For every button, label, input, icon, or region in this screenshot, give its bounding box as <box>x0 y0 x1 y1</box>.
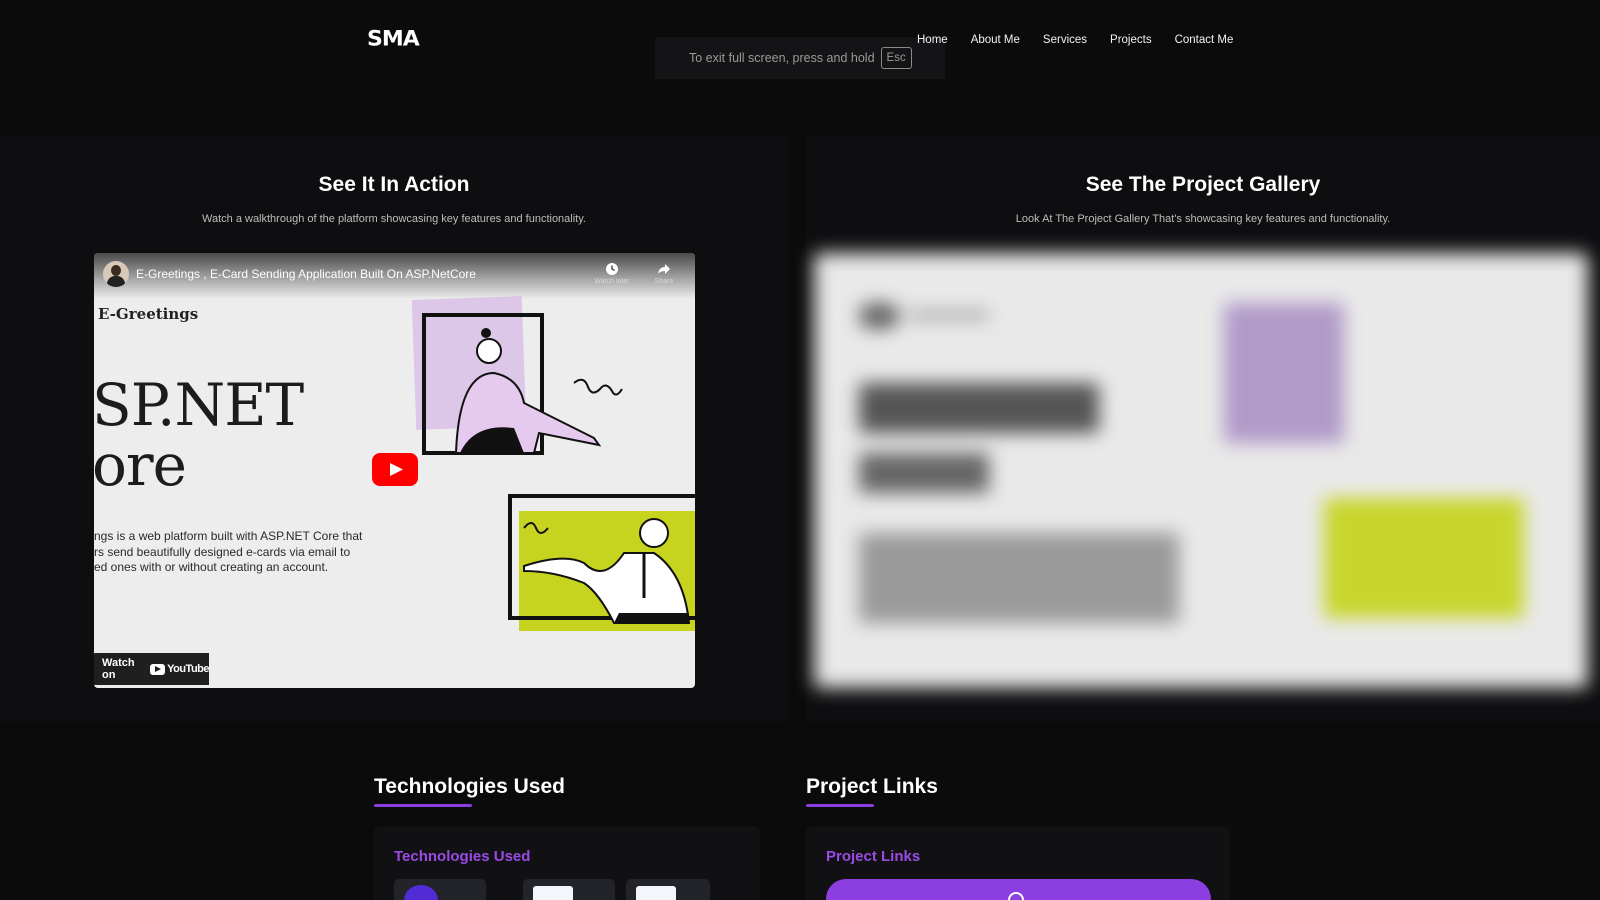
project-links-card: Project Links <box>806 826 1230 900</box>
nav-links: Home About Me Services Projects Contact … <box>917 34 1256 46</box>
youtube-logo: YouTube <box>150 663 209 675</box>
esc-key-hint: Esc <box>880 47 912 69</box>
site-logo[interactable]: SMA <box>367 28 420 52</box>
gallery-blur-shape <box>1324 498 1524 618</box>
gallery-subtitle: Look At The Project Gallery That's showc… <box>1015 213 1391 225</box>
gallery-blur-shape <box>859 383 1099 433</box>
video-description: ngs is a web platform built with ASP.NET… <box>94 529 369 576</box>
watch-later-button[interactable]: Watch later <box>592 262 632 285</box>
watch-on-label: Watch on <box>102 657 135 681</box>
tech-chip-jquery[interactable] <box>523 879 615 900</box>
youtube-video-embed[interactable]: E-Greetings , E-Card Sending Application… <box>94 253 695 688</box>
project-gallery-panel: See The Project Gallery Look At The Proj… <box>806 136 1600 722</box>
gallery-blur-shape <box>859 453 989 493</box>
share-button[interactable]: Share <box>644 262 684 285</box>
share-label: Share <box>654 278 674 285</box>
technologies-section-title: Technologies Used <box>374 775 565 807</box>
project-links-card-title: Project Links <box>826 848 921 865</box>
video-description-line-2: rs send beautifully designed e-cards via… <box>94 544 351 559</box>
channel-avatar[interactable] <box>103 261 129 287</box>
gallery-blur-shape <box>859 533 1179 623</box>
video-headline: SP.NET ore <box>94 371 304 499</box>
share-icon <box>658 264 670 274</box>
gallery-title: See The Project Gallery <box>1085 173 1321 196</box>
nav-services[interactable]: Services <box>1043 34 1087 46</box>
database-icon <box>636 886 676 900</box>
video-description-line-1: ngs is a web platform built with ASP.NET… <box>94 529 363 543</box>
gallery-blur-shape <box>1224 303 1344 443</box>
youtube-play-icon <box>150 663 166 675</box>
fullscreen-exit-toast: To exit full screen, press and hold Esc <box>655 37 945 79</box>
top-navbar: SMA To exit full screen, press and hold … <box>0 0 1600 130</box>
video-headline-line-1: SP.NET <box>94 371 304 439</box>
nav-about-me[interactable]: About Me <box>971 34 1020 46</box>
video-title[interactable]: E-Greetings , E-Card Sending Application… <box>136 267 476 281</box>
tech-chip-database[interactable] <box>626 879 710 900</box>
nav-projects[interactable]: Projects <box>1110 34 1152 46</box>
nav-contact-me[interactable]: Contact Me <box>1175 34 1234 46</box>
nav-home[interactable]: Home <box>917 34 948 46</box>
tech-chip-dotnet[interactable] <box>394 879 486 900</box>
github-icon <box>1008 892 1024 900</box>
project-links-section-title: Project Links <box>806 775 938 807</box>
technologies-card-title: Technologies Used <box>394 848 531 865</box>
gallery-blur-shape <box>909 311 989 319</box>
technologies-card: Technologies Used <box>374 826 760 900</box>
dotnet-icon <box>404 885 438 900</box>
clock-icon <box>606 263 618 275</box>
video-headline-line-2: ore <box>94 431 187 499</box>
project-link-button[interactable] <box>826 879 1211 900</box>
video-description-line-3: ed ones with or without creating an acco… <box>94 560 329 574</box>
youtube-wordmark: YouTube <box>167 663 209 675</box>
watch-on-youtube-button[interactable]: Watch on YouTube <box>94 653 209 685</box>
fullscreen-toast-message: To exit full screen, press and hold <box>689 51 875 65</box>
gallery-preview-blurred[interactable] <box>814 253 1588 688</box>
video-brand-text: E-Greetings <box>98 305 199 323</box>
action-title: See It In Action <box>318 173 470 196</box>
gallery-blur-shape <box>859 303 899 329</box>
see-it-in-action-panel: See It In Action Watch a walkthrough of … <box>0 136 788 722</box>
action-subtitle: Watch a walkthrough of the platform show… <box>202 213 586 225</box>
jquery-icon <box>533 886 573 900</box>
watch-later-label: Watch later <box>594 278 630 285</box>
youtube-play-button-icon[interactable] <box>372 453 418 486</box>
